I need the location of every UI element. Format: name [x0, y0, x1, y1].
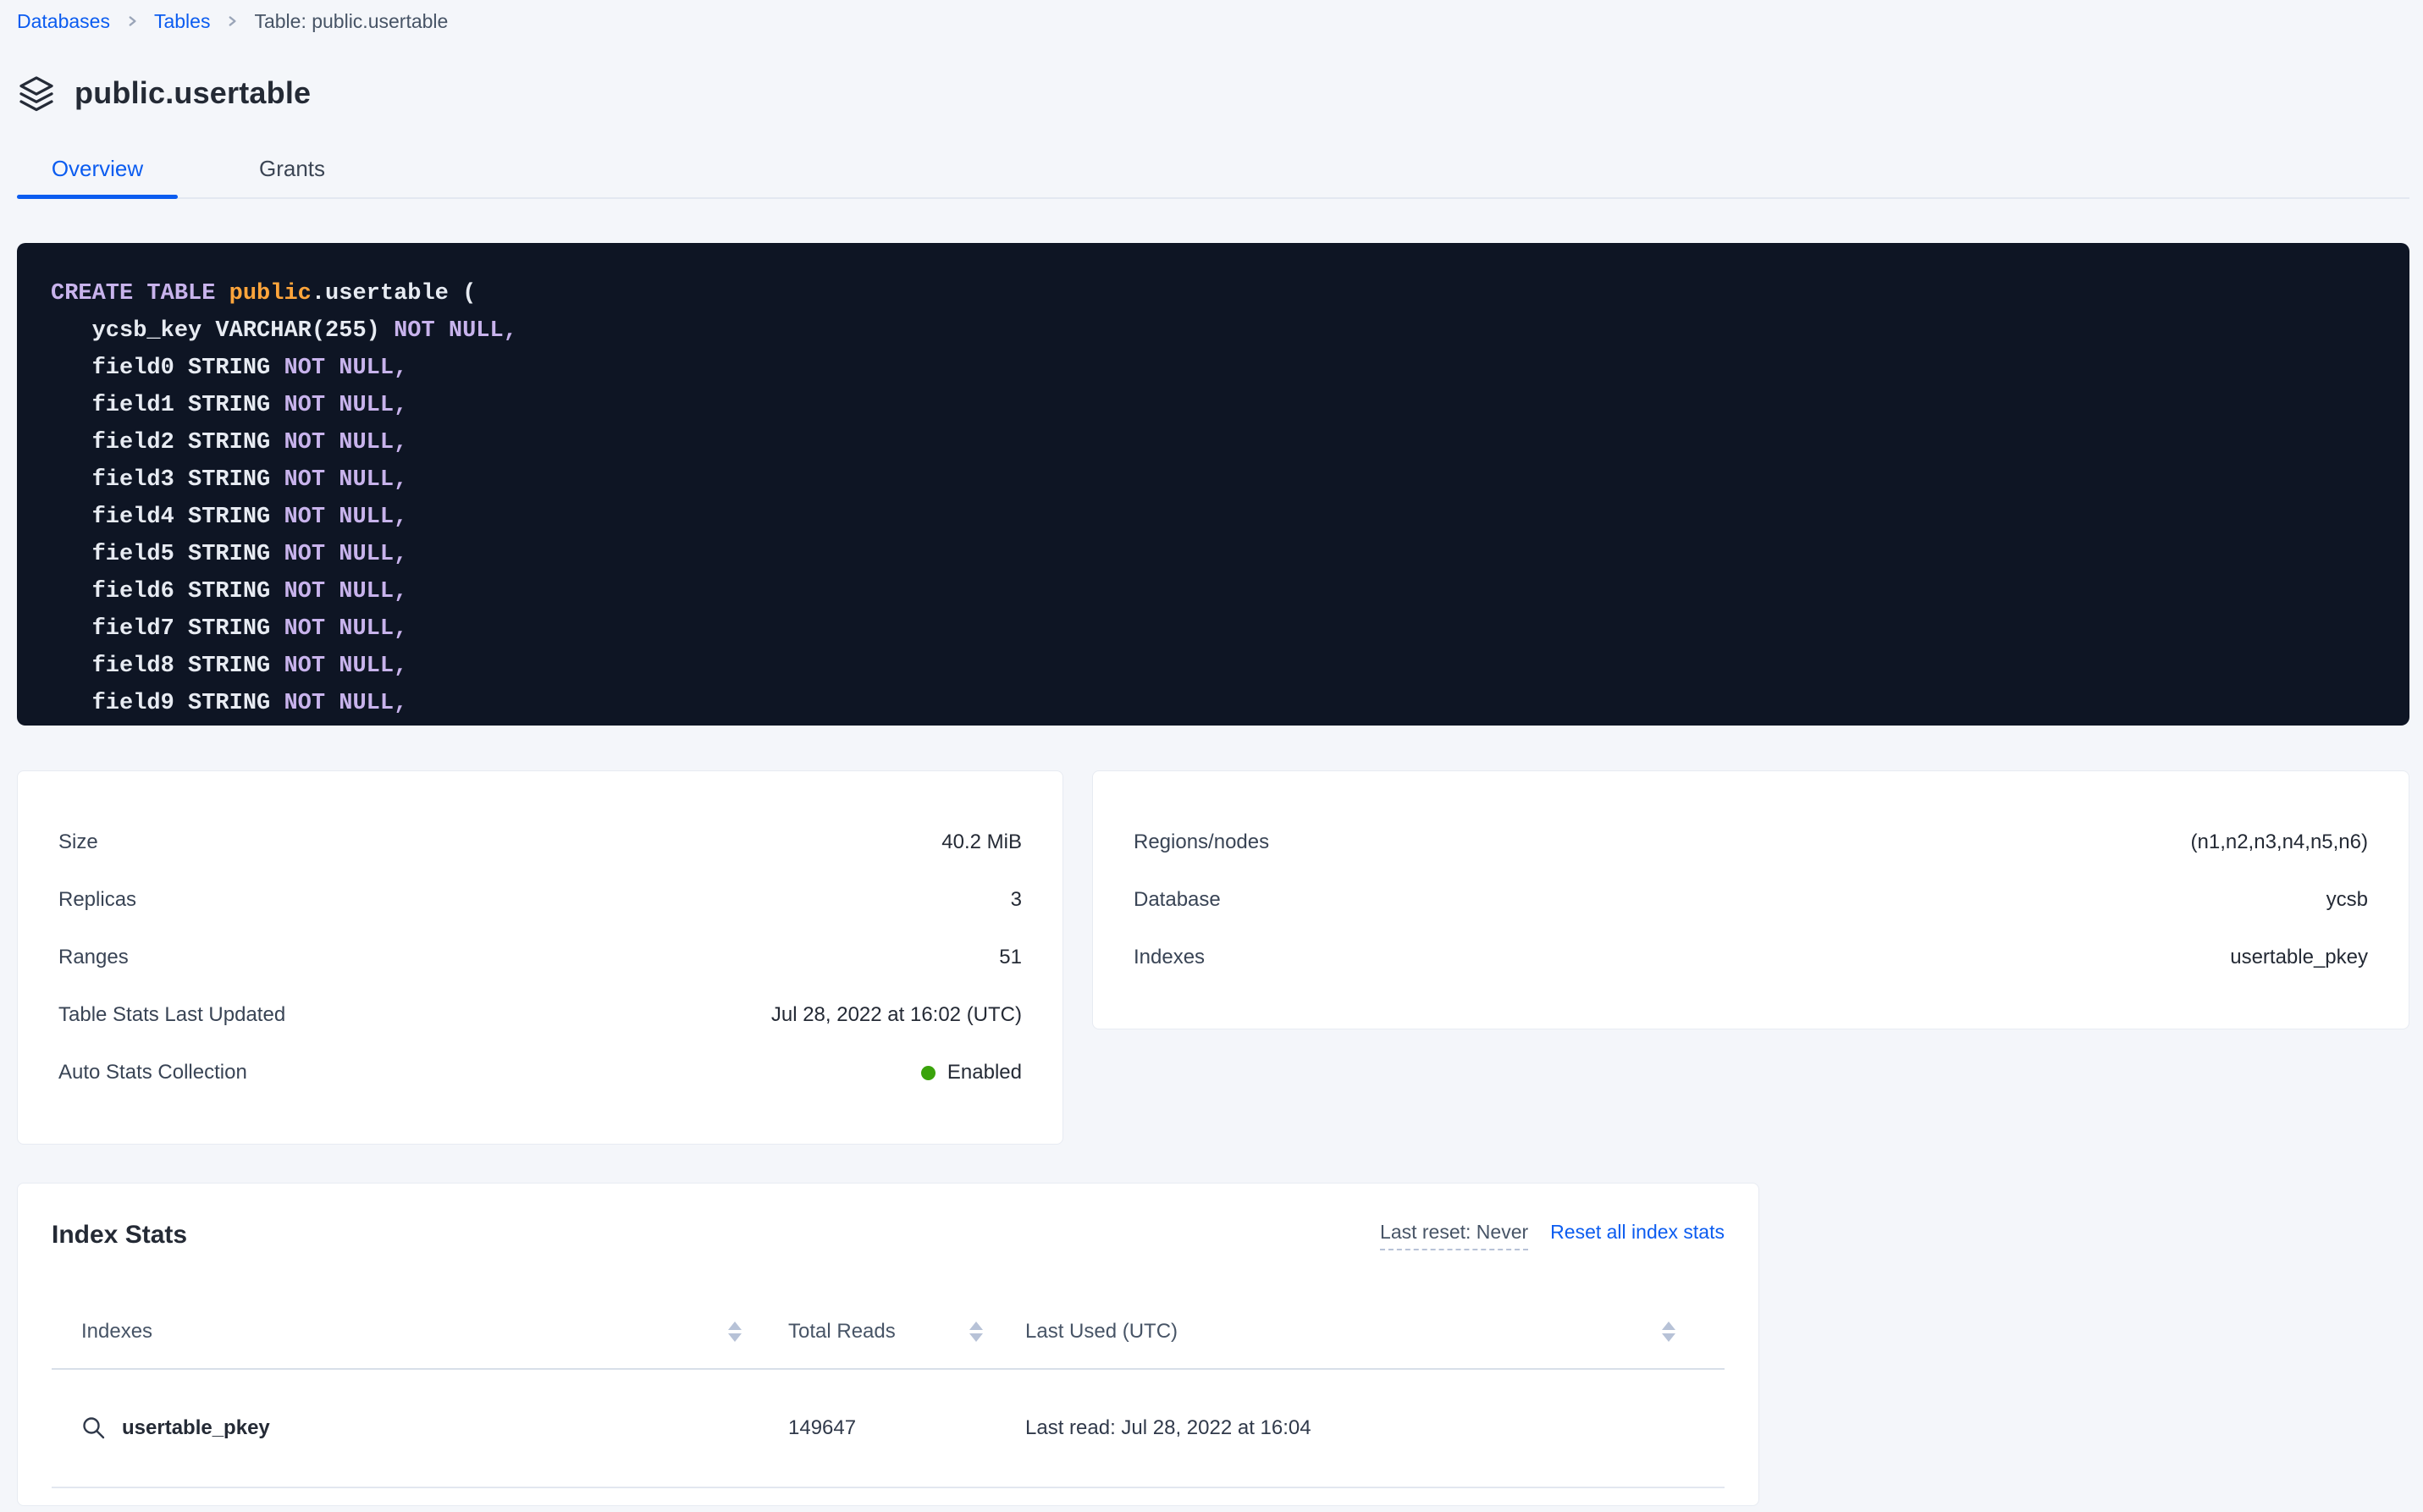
table-stats-card: Size 40.2 MiB Replicas 3 Ranges 51 Table… [17, 770, 1063, 1145]
tab-bar: Overview Grants [17, 156, 2409, 199]
stat-value: usertable_pkey [2230, 946, 2368, 969]
tab-overview[interactable]: Overview [17, 156, 178, 197]
column-label: Total Reads [788, 1320, 896, 1344]
stat-row-size: Size 40.2 MiB [58, 814, 1022, 871]
column-header-indexes[interactable]: Indexes [52, 1295, 759, 1368]
reset-index-stats-link[interactable]: Reset all index stats [1550, 1221, 1725, 1244]
index-stats-actions: Last reset: Never Reset all index stats [1380, 1221, 1725, 1250]
status-badge: Enabled [921, 1061, 1022, 1084]
index-stats-table: Indexes Total Reads Last Used (UTC) [52, 1295, 1725, 1488]
stat-label: Auto Stats Collection [58, 1061, 247, 1084]
last-used-cell: Last read: Jul 28, 2022 at 16:04 [983, 1370, 1725, 1487]
breadcrumb: Databases Tables Table: public.usertable [17, 8, 2409, 34]
index-stats-header: Index Stats Last reset: Never Reset all … [52, 1221, 1725, 1258]
chevron-right-icon [125, 14, 139, 28]
stat-label: Table Stats Last Updated [58, 1003, 285, 1027]
stat-row-stats-updated: Table Stats Last Updated Jul 28, 2022 at… [58, 986, 1022, 1044]
column-header-last-used[interactable]: Last Used (UTC) [983, 1295, 1725, 1368]
breadcrumb-link-tables[interactable]: Tables [154, 10, 210, 33]
page-title: public.usertable [75, 75, 311, 111]
overview-cards: Size 40.2 MiB Replicas 3 Ranges 51 Table… [17, 770, 2409, 1145]
stat-label: Replicas [58, 888, 136, 912]
page-header: public.usertable [17, 71, 2409, 115]
stat-value: ycsb [2326, 888, 2368, 912]
stat-row-auto-stats: Auto Stats Collection Enabled [58, 1044, 1022, 1101]
sql-create-statement: CREATE TABLE public.usertable ( ycsb_key… [17, 243, 2409, 726]
index-name-cell: usertable_pkey [52, 1370, 759, 1487]
stat-row-database: Database ycsb [1134, 871, 2368, 929]
last-reset-label: Last reset: Never [1380, 1221, 1528, 1250]
total-reads-cell: 149647 [759, 1370, 983, 1487]
search-icon [81, 1415, 107, 1441]
stat-value: 3 [1011, 888, 1022, 912]
column-label: Last Used (UTC) [1025, 1320, 1178, 1344]
stat-value: (n1,n2,n3,n4,n5,n6) [2191, 830, 2369, 854]
stat-value: 51 [999, 946, 1022, 969]
table-location-card: Regions/nodes (n1,n2,n3,n4,n5,n6) Databa… [1092, 770, 2409, 1029]
column-header-total-reads[interactable]: Total Reads [759, 1295, 983, 1368]
stat-label: Regions/nodes [1134, 830, 1269, 854]
stat-row-ranges: Ranges 51 [58, 929, 1022, 986]
sort-icon [728, 1322, 742, 1342]
sort-icon [969, 1322, 983, 1342]
layers-stack-icon [17, 74, 56, 113]
column-label: Indexes [81, 1320, 152, 1344]
breadcrumb-link-databases[interactable]: Databases [17, 10, 110, 33]
stat-row-regions: Regions/nodes (n1,n2,n3,n4,n5,n6) [1134, 814, 2368, 871]
index-stats-card: Index Stats Last reset: Never Reset all … [17, 1183, 1759, 1506]
stat-label: Database [1134, 888, 1221, 912]
index-stats-title: Index Stats [52, 1221, 187, 1250]
status-dot-icon [921, 1066, 936, 1080]
table-row: usertable_pkey 149647 Last read: Jul 28,… [52, 1370, 1725, 1488]
tab-grants[interactable]: Grants [259, 156, 325, 197]
stat-value: 40.2 MiB [941, 830, 1022, 854]
table-header-row: Indexes Total Reads Last Used (UTC) [52, 1295, 1725, 1370]
chevron-right-icon [225, 14, 239, 28]
stat-label: Ranges [58, 946, 129, 969]
stat-value: Enabled [947, 1061, 1022, 1084]
breadcrumb-current: Table: public.usertable [254, 10, 448, 33]
index-name-link[interactable]: usertable_pkey [122, 1416, 270, 1440]
stat-row-replicas: Replicas 3 [58, 871, 1022, 929]
stat-label: Size [58, 830, 98, 854]
stat-label: Indexes [1134, 946, 1205, 969]
stat-value: Jul 28, 2022 at 16:02 (UTC) [771, 1003, 1022, 1027]
sort-icon [1662, 1322, 1675, 1342]
stat-row-indexes: Indexes usertable_pkey [1134, 929, 2368, 986]
table-details-page: Databases Tables Table: public.usertable… [0, 0, 2423, 1512]
